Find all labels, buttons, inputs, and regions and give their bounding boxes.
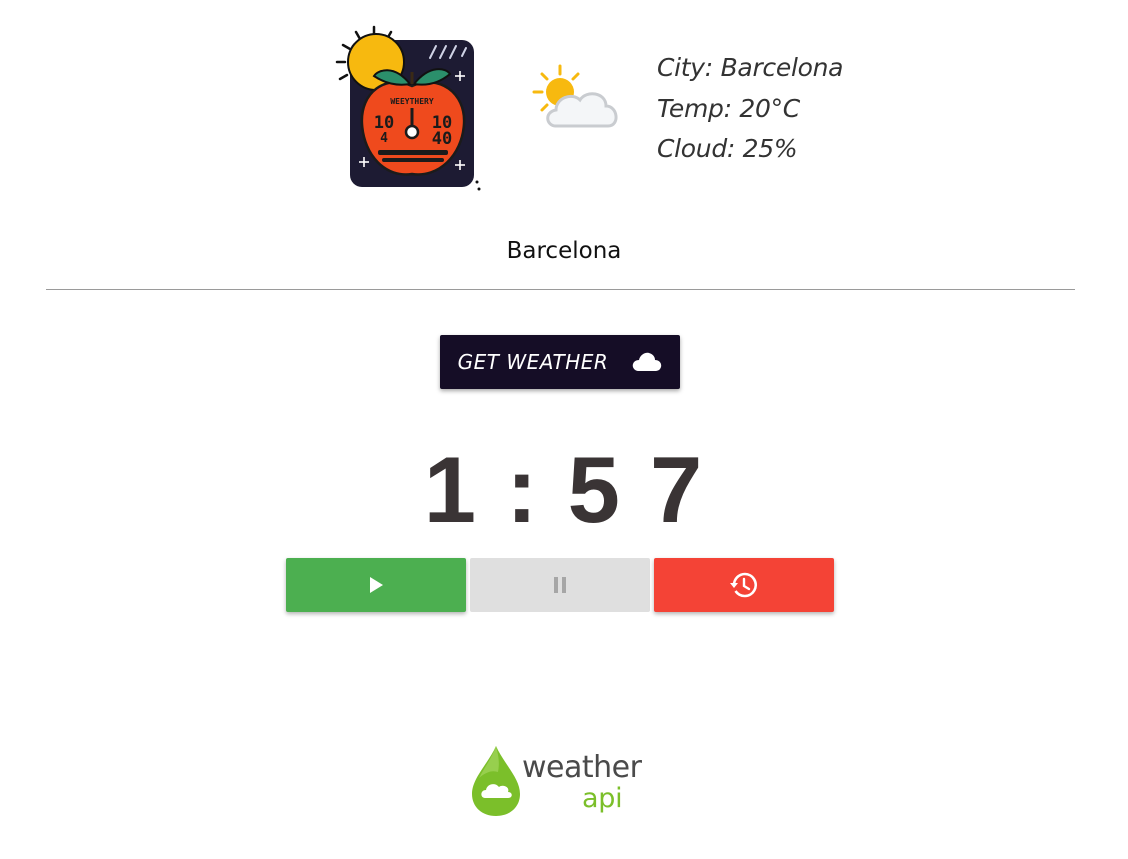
city-text: City: Barcelona (657, 53, 844, 82)
partly-cloudy-icon (528, 62, 624, 136)
logo-text: WEEYTHERY (390, 97, 434, 106)
cloud-icon (632, 352, 662, 372)
page: WEEYTHERY 10 4 10 40 City: Barcelona Tem… (0, 0, 1128, 859)
apple-timer-logo-icon: WEEYTHERY 10 4 10 40 (335, 25, 481, 191)
weatherapi-drop-icon (470, 744, 522, 822)
weatherapi-logo[interactable]: weather api (470, 744, 642, 822)
city-heading: Barcelona (506, 238, 622, 264)
cloud-text: Cloud: 25% (657, 134, 798, 163)
weather-info: City: Barcelona Temp: 20°C Cloud: 25% (657, 48, 843, 170)
pause-icon (552, 576, 568, 594)
logo-word-api: api (582, 783, 623, 814)
reset-button[interactable] (654, 558, 834, 612)
logo-clock-left-sub: 4 (380, 131, 388, 146)
play-button[interactable] (286, 558, 466, 612)
logo-word-weather: weather (522, 750, 642, 785)
get-weather-button[interactable]: GET WEATHER (440, 335, 680, 389)
app-logo: WEEYTHERY 10 4 10 40 (334, 24, 484, 196)
pause-button[interactable] (470, 558, 650, 612)
timer-controls (286, 558, 834, 612)
temp-text: Temp: 20°C (657, 93, 800, 123)
play-icon (368, 576, 384, 594)
logo-clock-left: 10 (374, 113, 394, 133)
logo-clock-right-sub: 40 (432, 129, 452, 149)
timer-display: 1 : 5 7 (423, 437, 705, 542)
divider (46, 289, 1075, 290)
history-icon (730, 572, 758, 598)
get-weather-label: GET WEATHER (457, 350, 609, 374)
